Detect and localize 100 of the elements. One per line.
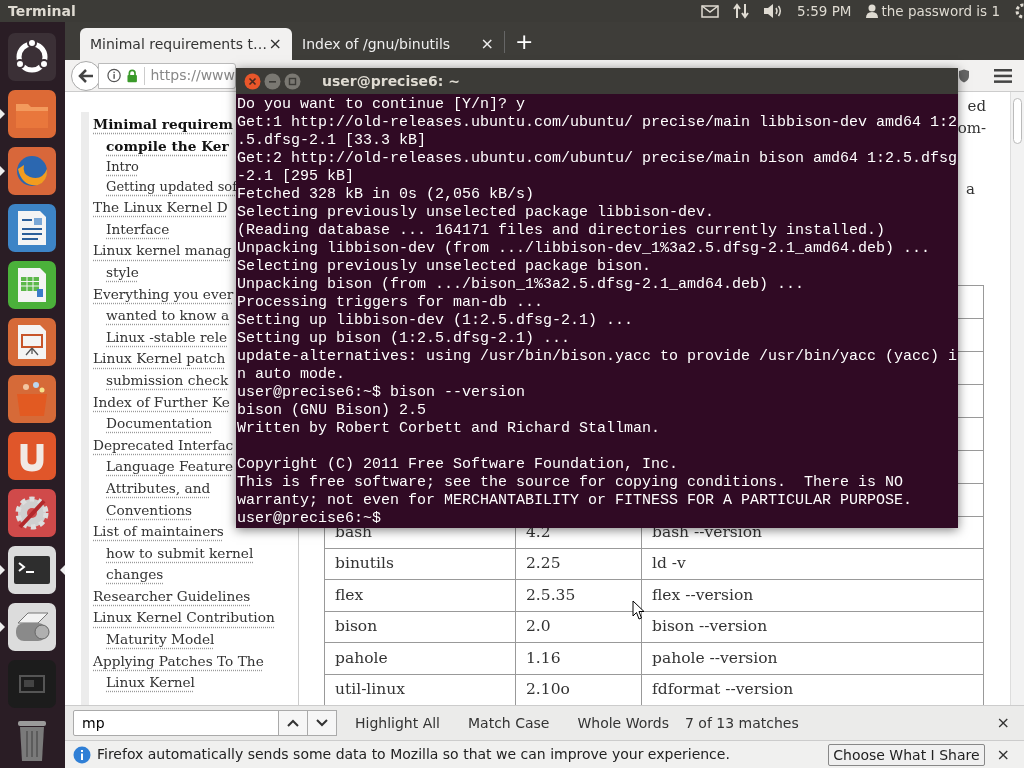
toc-link[interactable]: Documentation <box>93 413 213 435</box>
user-icon[interactable] <box>865 4 878 18</box>
toc-link[interactable]: The Linux Kernel D <box>93 197 228 219</box>
find-option-button[interactable]: Whole Words <box>567 712 679 734</box>
terminal-line: Written by Robert Corbett and Richard Stallman. <box>237 420 662 438</box>
tab-label[interactable]: Index of /gnu/binutils <box>302 33 451 55</box>
terminal-line: -2.1 [295 kB] <box>237 168 356 186</box>
terminal-window[interactable] <box>236 68 958 528</box>
find-option-button[interactable]: Highlight All <box>345 712 450 734</box>
toc-link[interactable]: Maturity Model <box>93 629 215 651</box>
toc-link[interactable]: Linux -stable rele <box>93 326 228 349</box>
toc-link[interactable]: Linux Kernel patch <box>93 348 226 370</box>
close-button[interactable] <box>244 72 261 90</box>
table-cell: bison <box>335 617 378 636</box>
toc-link[interactable]: submission check <box>93 369 229 392</box>
terminal-line: Unpacking bison (from .../bison_1%3a2.5.dfsg-2.1_amd64.deb) ... <box>237 276 806 294</box>
terminal-line: warranty; not even for MERCHANTABILITY or FITNESS FOR A PARTICULAR PURPOSE. <box>237 492 914 510</box>
toc-link[interactable]: Conventions <box>93 499 193 522</box>
tab-label[interactable]: Minimal requirements t… <box>90 33 267 55</box>
mouse-pointer-icon <box>632 600 645 620</box>
minimize-icon <box>264 72 281 90</box>
address-field[interactable]: https://www <box>98 62 236 89</box>
new-tab-button[interactable]: + <box>504 31 544 53</box>
table-cell: pahole <box>335 648 388 667</box>
toc-link[interactable]: Everything you ever <box>93 283 234 306</box>
toc-link[interactable]: Linux Kernel Contribution <box>93 607 275 630</box>
volume-icon[interactable] <box>763 3 784 19</box>
tab-close-button[interactable]: × <box>268 32 282 56</box>
terminal-line: This is free software; see the source for copying conditions. There is NO <box>237 474 905 492</box>
terminal-line: Setting up bison (1:2.5.dfsg-2.1) ... <box>237 330 572 348</box>
back-arrow-icon <box>78 68 94 83</box>
mail-icon[interactable] <box>701 4 720 18</box>
toc-link[interactable]: Minimal requirem <box>93 114 233 136</box>
user-name[interactable]: the password is 1 <box>881 0 1000 22</box>
tab-close-button[interactable]: × <box>480 32 494 56</box>
text-fragment: ed <box>967 96 986 117</box>
scrollbar-thumb[interactable] <box>1013 98 1022 144</box>
toc-link[interactable]: how to submit kernel <box>93 542 254 565</box>
clock[interactable]: 5:59 PM <box>797 0 852 22</box>
toc-link[interactable]: Linux Kernel <box>93 672 195 694</box>
toc-link[interactable]: Language Feature <box>93 456 233 478</box>
toc-link[interactable]: compile the Ker <box>93 135 229 158</box>
toc-link[interactable]: Deprecated Interfac <box>93 434 234 457</box>
shield-icon[interactable] <box>958 68 970 83</box>
toc-link[interactable]: style <box>93 261 139 284</box>
presentation-icon[interactable] <box>8 318 56 366</box>
close-notification-button[interactable]: × <box>990 742 1016 767</box>
browser-tab[interactable]: Minimal requirements t…× <box>80 28 292 60</box>
table-cell: util-linux <box>335 680 405 699</box>
terminal-icon[interactable] <box>8 546 56 594</box>
shopping-bag-icon[interactable] <box>8 375 56 423</box>
network-icon[interactable] <box>733 3 750 19</box>
terminal-line: .5.dfsg-2.1 [33.3 kB] <box>237 132 428 150</box>
toc-link[interactable]: Researcher Guidelines <box>93 585 251 608</box>
choose-share-button[interactable]: Choose What I Share <box>828 743 985 766</box>
next-match-button[interactable] <box>307 710 337 736</box>
folder-icon[interactable] <box>8 90 56 138</box>
toc-link[interactable]: Intro <box>93 157 139 178</box>
toc-link[interactable]: Applying Patches To The <box>93 650 264 673</box>
terminal-line: Fetched 328 kB in 0s (2,056 kB/s) <box>237 186 536 204</box>
minimize-button[interactable] <box>264 72 281 90</box>
table-cell: flex <box>335 585 364 604</box>
terminal-line: Copyright (C) 2011 Free Software Foundation, Inc. <box>237 456 680 474</box>
table-cell: flex --version <box>652 585 754 604</box>
globe-icon[interactable] <box>8 147 56 195</box>
find-option-button[interactable]: Match Case <box>458 712 560 734</box>
match-count: 7 of 13 matches <box>684 713 799 733</box>
maximize-button[interactable] <box>284 72 301 90</box>
terminal-line: Get:2 http://old-releases.ubuntu.com/ubuntu/ precise/main bison amd64 1:2.5.dfsg <box>237 150 958 168</box>
table-cell: 2.10o <box>526 680 570 699</box>
close-find-button[interactable]: × <box>990 711 1016 735</box>
table-cell: ld -v <box>652 554 686 573</box>
previous-match-button[interactable] <box>278 710 308 736</box>
notification-text: Firefox automatically sends some data to Mozilla so that we can improve your experience. <box>97 745 730 764</box>
table-cell: fdformat --version <box>652 680 794 699</box>
terminal-line: Unpacking libbison-dev (from .../libbison-dev_1%3a2.5.dfsg-2.1_amd64.deb) ... <box>237 240 932 258</box>
info-icon[interactable] <box>107 68 122 83</box>
menu-icon[interactable] <box>994 68 1012 83</box>
ubuntu-logo-icon[interactable] <box>8 33 56 81</box>
terminal-line: Setting up libbison-dev (1:2.5.dfsg-2.1) ... <box>237 312 635 330</box>
toc-link[interactable]: Index of Further Ke <box>93 391 230 414</box>
toc-link[interactable]: Attributes, and <box>93 477 211 500</box>
toc-link[interactable]: Interface <box>93 218 170 241</box>
app-icon[interactable] <box>8 432 56 480</box>
back-button[interactable] <box>71 60 101 91</box>
close-icon <box>244 72 261 90</box>
table-cell: pahole --version <box>652 648 778 667</box>
lock-icon[interactable] <box>127 68 138 83</box>
printer-icon[interactable] <box>8 603 56 651</box>
maximize-icon <box>284 72 301 90</box>
toc-link[interactable]: List of maintainers <box>93 521 224 543</box>
active-app-title: Terminal <box>8 1 76 21</box>
toc-link[interactable]: wanted to know a <box>93 305 230 327</box>
document-icon[interactable] <box>8 204 56 252</box>
toc-link[interactable]: changes <box>93 564 164 586</box>
chevron-up-icon <box>287 719 299 727</box>
browser-tab[interactable]: Index of /gnu/binutils × <box>292 28 504 60</box>
find-field[interactable]: mp <box>73 710 279 736</box>
toc-link[interactable]: Linux kernel manag <box>93 240 232 262</box>
spreadsheet-icon[interactable] <box>8 261 56 309</box>
